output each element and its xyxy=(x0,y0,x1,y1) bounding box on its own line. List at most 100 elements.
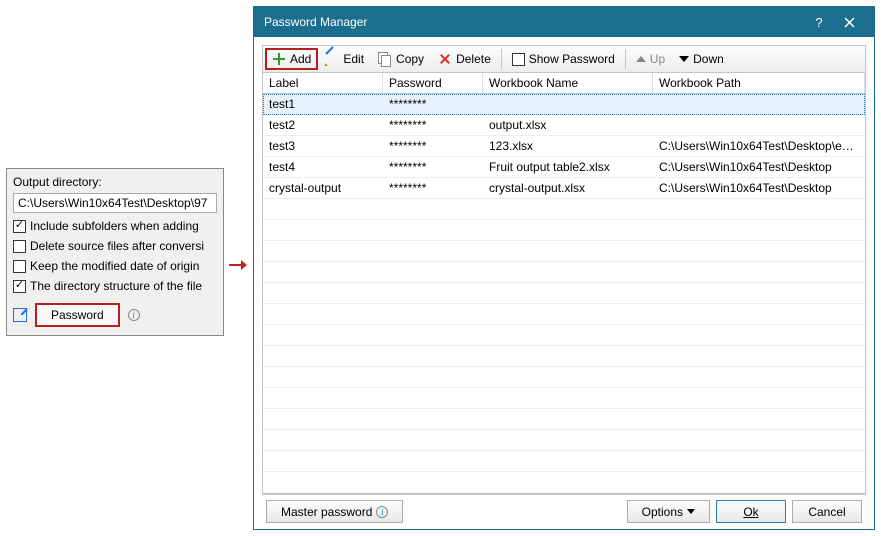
chevron-up-icon xyxy=(636,56,646,62)
toolbar: Add Edit Copy Delete Show Password xyxy=(262,45,866,73)
table-row[interactable]: test3 ******** 123.xlsx C:\Users\Win10x6… xyxy=(263,136,865,157)
table-row[interactable]: test2 ******** output.xlsx xyxy=(263,115,865,136)
table-row-empty[interactable]: . xyxy=(263,241,865,262)
checkbox-icon[interactable] xyxy=(13,240,26,253)
dialog-footer: Master password i Options Ok Cancel xyxy=(262,494,866,528)
cell-password: ******** xyxy=(383,136,483,156)
arrow-right-icon xyxy=(229,258,247,272)
table-row-empty[interactable]: . xyxy=(263,325,865,346)
table-row-empty[interactable]: . xyxy=(263,472,865,493)
show-password-toggle[interactable]: Show Password xyxy=(505,48,622,70)
option-label: Delete source files after conversi xyxy=(30,239,204,253)
cell-wbpath: C:\Users\Win10x64Test\Desktop xyxy=(653,178,865,198)
table-row-empty[interactable]: . xyxy=(263,304,865,325)
cell-password: ******** xyxy=(383,157,483,177)
up-label: Up xyxy=(650,52,665,66)
cell-wbname: Fruit output table2.xlsx xyxy=(483,157,653,177)
help-button[interactable]: ? xyxy=(804,7,834,37)
option-delete-source[interactable]: Delete source files after conversi xyxy=(13,239,217,253)
table-row-empty[interactable]: . xyxy=(263,346,865,367)
table-row-empty[interactable]: . xyxy=(263,409,865,430)
add-label: Add xyxy=(290,52,311,66)
password-button[interactable]: Password xyxy=(35,303,120,327)
options-button[interactable]: Options xyxy=(627,500,710,523)
delete-button[interactable]: Delete xyxy=(431,48,498,70)
table-row[interactable]: test1 ******** xyxy=(263,94,865,115)
move-up-button[interactable]: Up xyxy=(629,48,672,70)
close-icon xyxy=(844,17,855,28)
checkbox-icon[interactable] xyxy=(13,260,26,273)
cell-label: test1 xyxy=(263,94,383,114)
table-row-empty[interactable]: . xyxy=(263,388,865,409)
delete-icon xyxy=(438,52,452,66)
cell-label: test4 xyxy=(263,157,383,177)
cell-wbname: 123.xlsx xyxy=(483,136,653,156)
pencil-icon xyxy=(325,52,339,66)
table-row-empty[interactable]: . xyxy=(263,430,865,451)
grid-body: test1 ******** test2 ******** output.xls… xyxy=(263,94,865,493)
cancel-button[interactable]: Cancel xyxy=(792,500,862,523)
col-password[interactable]: Password xyxy=(383,73,483,93)
down-label: Down xyxy=(693,52,724,66)
cell-wbpath: C:\Users\Win10x64Test\Desktop xyxy=(653,157,865,177)
plus-icon xyxy=(272,52,286,66)
option-directory-structure[interactable]: The directory structure of the file xyxy=(13,279,217,293)
cell-wbpath xyxy=(653,115,865,135)
close-button[interactable] xyxy=(834,7,864,37)
separator xyxy=(625,49,626,69)
table-row-empty[interactable]: . xyxy=(263,451,865,472)
grid-header: Label Password Workbook Name Workbook Pa… xyxy=(263,73,865,94)
checkbox-icon xyxy=(512,53,525,66)
copy-icon xyxy=(378,52,392,66)
password-grid: Label Password Workbook Name Workbook Pa… xyxy=(262,73,866,494)
dialog-title: Password Manager xyxy=(264,15,804,29)
password-manager-dialog: Password Manager ? Add Edit Copy xyxy=(253,6,875,530)
cancel-label: Cancel xyxy=(808,505,845,519)
table-row[interactable]: crystal-output ******** crystal-output.x… xyxy=(263,178,865,199)
table-row-empty[interactable]: . xyxy=(263,199,865,220)
move-down-button[interactable]: Down xyxy=(672,48,731,70)
cell-label: crystal-output xyxy=(263,178,383,198)
cell-password: ******** xyxy=(383,115,483,135)
option-label: Keep the modified date of origin xyxy=(30,259,199,273)
output-directory-label: Output directory: xyxy=(13,175,217,189)
col-workbook-name[interactable]: Workbook Name xyxy=(483,73,653,93)
table-row-empty[interactable]: . xyxy=(263,283,865,304)
option-label: Include subfolders when adding xyxy=(30,219,199,233)
table-row-empty[interactable]: . xyxy=(263,367,865,388)
master-password-label: Master password xyxy=(281,505,372,519)
options-label: Options xyxy=(642,505,683,519)
copy-button[interactable]: Copy xyxy=(371,48,431,70)
table-row[interactable]: test4 ******** Fruit output table2.xlsx … xyxy=(263,157,865,178)
show-password-label: Show Password xyxy=(529,52,615,66)
checkbox-checked-icon[interactable] xyxy=(13,280,26,293)
separator xyxy=(501,49,502,69)
master-password-button[interactable]: Master password i xyxy=(266,500,403,523)
option-label: The directory structure of the file xyxy=(30,279,202,293)
option-keep-modified-date[interactable]: Keep the modified date of origin xyxy=(13,259,217,273)
edit-label: Edit xyxy=(343,52,364,66)
cell-password: ******** xyxy=(383,94,483,114)
cell-wbname xyxy=(483,94,653,114)
external-link-icon[interactable] xyxy=(13,308,27,322)
edit-button[interactable]: Edit xyxy=(318,48,371,70)
options-panel: Output directory: C:\Users\Win10x64Test\… xyxy=(6,168,224,336)
delete-label: Delete xyxy=(456,52,491,66)
option-include-subfolders[interactable]: Include subfolders when adding xyxy=(13,219,217,233)
copy-label: Copy xyxy=(396,52,424,66)
output-directory-input[interactable]: C:\Users\Win10x64Test\Desktop\97 xyxy=(13,193,217,213)
ok-button[interactable]: Ok xyxy=(716,500,786,523)
table-row-empty[interactable]: . xyxy=(263,262,865,283)
cell-wbname: crystal-output.xlsx xyxy=(483,178,653,198)
table-row-empty[interactable]: . xyxy=(263,220,865,241)
info-icon: i xyxy=(376,506,388,518)
add-button[interactable]: Add xyxy=(265,48,318,70)
info-icon[interactable]: i xyxy=(128,309,140,321)
checkbox-checked-icon[interactable] xyxy=(13,220,26,233)
cell-label: test2 xyxy=(263,115,383,135)
col-workbook-path[interactable]: Workbook Path xyxy=(653,73,865,93)
cell-wbname: output.xlsx xyxy=(483,115,653,135)
ok-label: Ok xyxy=(743,505,758,519)
col-label[interactable]: Label xyxy=(263,73,383,93)
titlebar: Password Manager ? xyxy=(254,7,874,37)
